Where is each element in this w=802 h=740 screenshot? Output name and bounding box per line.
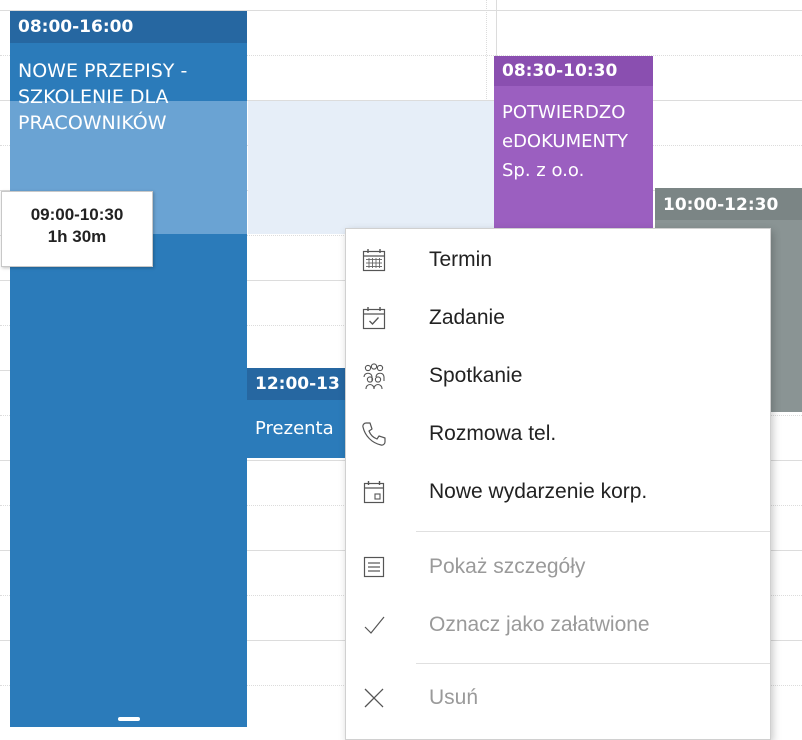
phone-icon — [358, 420, 390, 448]
event-time: 12:00-13 — [247, 368, 347, 400]
calendar-check-icon — [358, 304, 390, 332]
menu-item-label: Spotkanie — [429, 364, 523, 387]
menu-item-nowe-wydarzenie[interactable]: Nowe wydarzenie korp. — [346, 464, 770, 520]
event-title: NOWE PRZEPISY - SZKOLENIE DLA PRACOWNIKÓ… — [18, 60, 188, 134]
menu-item-label: Oznacz jako załatwione — [429, 613, 650, 636]
people-group-icon — [358, 362, 390, 390]
menu-item-label: Rozmowa tel. — [429, 422, 557, 445]
menu-item-pokaz-szczegoly[interactable]: Pokaż szczegóły — [346, 539, 770, 595]
resize-handle[interactable] — [118, 717, 140, 721]
event-time: 10:00-12:30 — [655, 188, 802, 220]
tooltip-duration: 1h 30m — [47, 227, 107, 246]
menu-item-label: Zadanie — [429, 306, 505, 329]
menu-item-label: Usuń — [429, 686, 479, 709]
menu-item-oznacz-jako-zalatwione[interactable]: Oznacz jako załatwione — [346, 597, 770, 653]
checkmark-icon — [358, 611, 390, 639]
calendar-grid-icon — [358, 246, 390, 274]
calendar-event-icon — [358, 478, 390, 506]
event-time: 08:00-16:00 — [10, 11, 247, 43]
menu-item-zadanie[interactable]: Zadanie — [346, 290, 770, 346]
tooltip-time-range: 09:00-10:30 — [30, 205, 124, 224]
context-menu: Termin Zadanie Spotkanie Rozmowa tel. No… — [345, 228, 771, 740]
menu-item-termin[interactable]: Termin — [346, 232, 770, 288]
selection-tooltip: 09:00-10:30 1h 30m — [1, 191, 153, 267]
menu-item-label: Nowe wydarzenie korp. — [429, 480, 648, 503]
calendar-event[interactable]: 08:30-10:30 POTWIERDZO eDOKUMENTY Sp. z … — [494, 56, 653, 236]
menu-separator — [416, 663, 770, 664]
menu-item-spotkanie[interactable]: Spotkanie — [346, 348, 770, 404]
calendar-event[interactable]: 12:00-13 Prezenta — [247, 368, 347, 458]
details-list-icon — [358, 553, 390, 581]
event-title: Prezenta — [255, 418, 334, 439]
menu-item-usun[interactable]: Usuń — [346, 670, 770, 726]
calendar-event[interactable]: 08:00-16:00 NOWE PRZEPISY - SZKOLENIE DL… — [10, 11, 247, 727]
menu-item-rozmowa-tel[interactable]: Rozmowa tel. — [346, 406, 770, 462]
event-title: POTWIERDZO eDOKUMENTY Sp. z o.o. — [502, 102, 628, 181]
close-x-icon — [358, 684, 390, 712]
menu-item-label: Pokaż szczegóły — [429, 555, 586, 578]
menu-separator — [416, 531, 770, 532]
event-time: 08:30-10:30 — [494, 56, 653, 86]
menu-item-label: Termin — [429, 248, 493, 271]
time-selection-band[interactable] — [248, 101, 498, 234]
